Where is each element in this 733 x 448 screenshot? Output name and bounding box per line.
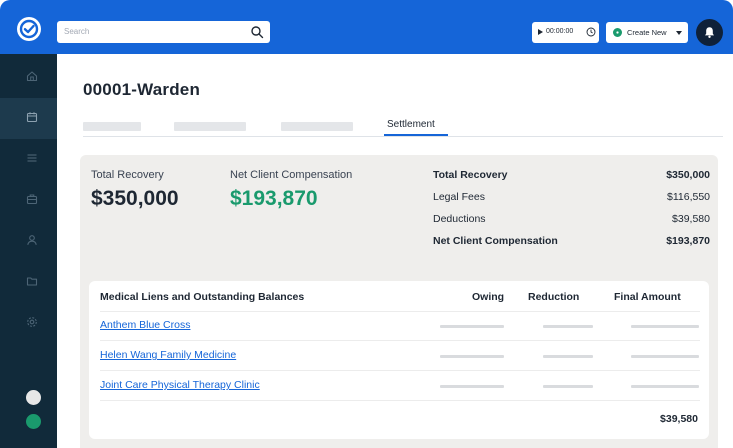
row-divider [100,400,700,401]
folder-icon [26,277,38,286]
status-dot-light[interactable] [26,390,41,405]
breakdown-label: Net Client Compensation [433,235,558,247]
breakdown-row: Legal Fees $116,550 [433,191,710,207]
breakdown-label: Deductions [433,213,486,225]
total-recovery-label: Total Recovery [91,169,164,181]
owing-cell [440,385,504,388]
row-divider [100,311,700,312]
briefcase-icon [26,194,38,205]
total-recovery-value: $350,000 [91,187,179,210]
final-amount-cell [631,355,699,358]
home-icon [26,71,38,82]
breakdown-label: Legal Fees [433,191,485,203]
chevron-down-icon [676,31,682,35]
bell-icon [705,27,714,38]
breakdown-row: Total Recovery $350,000 [433,169,710,185]
check-circle-icon[interactable] [17,17,41,41]
liens-total: $39,580 [660,413,698,425]
sidebar-item-documents[interactable] [0,262,57,303]
tab-placeholder[interactable] [83,122,141,131]
tab-settlement[interactable]: Settlement [387,119,435,130]
search-input[interactable]: Search [57,21,270,43]
status-dot-green[interactable] [26,414,41,429]
search-icon[interactable] [250,25,264,39]
sidebar-item-home[interactable] [0,57,57,98]
reduction-cell [543,355,593,358]
liens-header-name: Medical Liens and Outstanding Balances [100,291,305,303]
notifications-button[interactable] [696,19,723,46]
tab-placeholder[interactable] [174,122,246,131]
page-title: 00001-Warden [83,80,201,99]
sidebar [0,54,57,448]
row-divider [100,340,700,341]
breakdown-value: $350,000 [666,169,710,181]
create-new-button[interactable]: Create New [606,22,688,43]
breakdown-row: Deductions $39,580 [433,213,710,229]
net-compensation-value: $193,870 [230,187,318,210]
lien-link-anthem[interactable]: Anthem Blue Cross [100,319,190,331]
create-new-label: Create New [627,28,667,37]
reduction-cell [543,325,593,328]
breakdown-value: $116,550 [666,191,710,203]
breakdown-row: Net Client Compensation $193,870 [433,235,710,251]
lien-link-joint-care[interactable]: Joint Care Physical Therapy Clinic [100,379,260,391]
sidebar-item-list[interactable] [0,139,57,180]
breakdown-label: Total Recovery [433,169,508,181]
app-window: Search 00:00:00 Create New 00001-Warden … [0,0,733,448]
owing-cell [440,355,504,358]
liens-header-final: Final Amount [614,291,681,303]
user-icon [27,235,37,245]
sidebar-item-contacts[interactable] [0,221,57,262]
final-amount-cell [631,385,699,388]
settings-icon [27,317,37,327]
lien-link-helen-wang[interactable]: Helen Wang Family Medicine [100,349,236,361]
timer-value: 00:00:00 [546,28,574,35]
top-bar: Search 00:00:00 Create New [0,0,733,54]
breakdown-value: $193,870 [666,235,710,247]
net-compensation-label: Net Client Compensation [230,169,353,181]
sidebar-item-cases[interactable] [0,180,57,221]
breakdown-value: $39,580 [672,213,710,225]
tabs-divider [83,136,723,137]
plus-circle-icon [613,28,622,37]
sidebar-item-calendar[interactable] [0,98,57,139]
tab-placeholder[interactable] [281,122,353,131]
settlement-panel: Total Recovery $350,000 Net Client Compe… [80,155,718,448]
search-placeholder: Search [64,27,90,36]
reduction-cell [543,385,593,388]
play-icon [538,29,543,35]
liens-table: Medical Liens and Outstanding Balances O… [89,281,709,439]
liens-header-reduction: Reduction [528,291,580,303]
row-divider [100,370,700,371]
final-amount-cell [631,325,699,328]
sidebar-item-settings[interactable] [0,303,57,344]
list-icon [27,154,37,162]
main-content: 00001-Warden Settlement Total Recovery $… [57,54,733,448]
clock-icon [586,27,596,37]
owing-cell [440,325,504,328]
liens-header-owing: Owing [472,291,505,303]
timer-button[interactable]: 00:00:00 [532,22,599,43]
calendar-icon [26,112,38,123]
